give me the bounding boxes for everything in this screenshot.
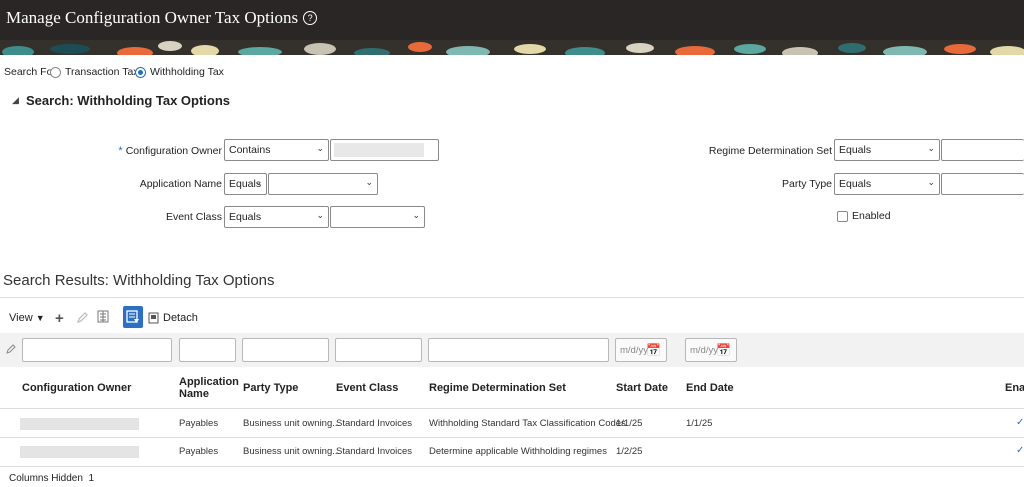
col-enabled[interactable]: Enal	[1005, 382, 1024, 394]
event-class-label: Event Class	[165, 211, 222, 223]
filter-party-type-input[interactable]	[242, 338, 329, 362]
application-cell: Payables	[179, 418, 219, 429]
regime-determination-set-label: Regime Determination Set	[708, 145, 832, 157]
application-cell: Payables	[179, 446, 219, 457]
view-menu[interactable]: View ▼	[9, 312, 45, 324]
calendar-icon[interactable]: 📅	[716, 343, 731, 357]
table-row[interactable]: Payables Business unit owning... Standar…	[0, 409, 1024, 437]
chevron-down-icon: ⌄	[316, 143, 324, 153]
col-party-type[interactable]: Party Type	[243, 382, 298, 394]
edit-pencil-icon[interactable]	[76, 311, 89, 327]
owner-cell	[20, 418, 139, 430]
event-class-cell: Standard Invoices	[336, 446, 413, 457]
collapse-triangle-icon[interactable]: ◢	[12, 95, 19, 106]
regime-set-cell: Withholding Standard Tax Classification …	[429, 418, 626, 429]
chevron-down-icon: ⌄	[412, 210, 420, 220]
chevron-down-icon: ⌄	[254, 177, 262, 187]
enabled-check-icon: ✓	[1016, 445, 1024, 456]
config-owner-value-input[interactable]	[330, 139, 439, 161]
radio-withholding-tax-label[interactable]: Withholding Tax	[150, 66, 224, 78]
config-owner-label: * Configuration Owner	[118, 145, 222, 157]
application-name-label: Application Name	[139, 178, 222, 190]
col-regime-determination-set[interactable]: Regime Determination Set	[429, 382, 566, 394]
party-type-cell: Business unit owning...	[243, 446, 341, 457]
banner-pattern	[0, 40, 1024, 55]
required-indicator: *	[118, 145, 123, 157]
regime-set-operator-select[interactable]: Equals ⌄	[834, 139, 940, 161]
radio-transaction-tax-label[interactable]: Transaction Tax	[65, 66, 139, 78]
col-application-name[interactable]: Application Name	[179, 376, 239, 400]
event-class-value-select[interactable]: ⌄	[330, 206, 425, 228]
columns-hidden-status: Columns Hidden 1	[9, 473, 95, 484]
party-type-cell: Business unit owning...	[243, 418, 341, 429]
party-type-value-input[interactable]	[941, 173, 1024, 195]
detach-button[interactable]: Detach	[163, 312, 198, 324]
end-date-cell: 1/1/25	[686, 418, 713, 429]
regime-set-value-input[interactable]	[941, 139, 1024, 161]
filter-end-date-input[interactable]: m/d/yy 📅	[685, 338, 737, 362]
search-for-label: Search For	[4, 66, 56, 78]
format-columns-icon[interactable]	[97, 310, 110, 327]
chevron-down-icon: ⌄	[927, 143, 935, 153]
detach-icon[interactable]	[148, 311, 160, 327]
start-date-cell: 1/1/25	[616, 418, 643, 429]
decorative-banner	[0, 40, 1024, 55]
owner-cell	[20, 446, 139, 458]
filter-row-icon	[126, 310, 139, 323]
filter-application-input[interactable]	[179, 338, 236, 362]
enabled-check-icon: ✓	[1016, 417, 1024, 428]
filter-config-owner-input[interactable]	[22, 338, 172, 362]
filter-event-class-input[interactable]	[335, 338, 422, 362]
col-end-date[interactable]: End Date	[686, 382, 734, 394]
col-start-date[interactable]: Start Date	[616, 382, 668, 394]
table-row[interactable]: Payables Business unit owning... Standar…	[0, 438, 1024, 466]
calendar-icon[interactable]: 📅	[646, 343, 661, 357]
add-icon[interactable]: +	[55, 310, 64, 327]
filter-regime-set-input[interactable]	[428, 338, 609, 362]
page-title: Manage Configuration Owner Tax Options?	[6, 8, 318, 28]
application-name-operator-select[interactable]: Equals ⌄	[224, 173, 267, 195]
event-class-cell: Standard Invoices	[336, 418, 413, 429]
query-by-example-button[interactable]	[123, 306, 143, 328]
filter-start-date-input[interactable]: m/d/yy 📅	[615, 338, 667, 362]
col-configuration-owner[interactable]: Configuration Owner	[22, 382, 131, 394]
application-name-value-select[interactable]: ⌄	[268, 173, 378, 195]
divider	[0, 297, 1024, 298]
help-icon[interactable]: ?	[303, 11, 318, 25]
divider	[0, 466, 1024, 467]
regime-set-cell: Determine applicable Withholding regimes	[429, 446, 607, 457]
search-section-title: Search: Withholding Tax Options	[26, 93, 231, 108]
col-event-class[interactable]: Event Class	[336, 382, 398, 394]
filter-pencil-icon	[6, 343, 17, 357]
caret-down-icon: ▼	[35, 313, 45, 323]
event-class-operator-select[interactable]: Equals ⌄	[224, 206, 329, 228]
config-owner-operator-select[interactable]: Contains ⌄	[224, 139, 329, 161]
radio-withholding-tax[interactable]	[135, 67, 146, 78]
enabled-label: Enabled	[852, 210, 891, 222]
radio-transaction-tax[interactable]	[50, 67, 61, 78]
start-date-cell: 1/2/25	[616, 446, 643, 457]
config-owner-value-fill	[334, 143, 424, 157]
party-type-label: Party Type	[782, 178, 832, 190]
party-type-operator-select[interactable]: Equals ⌄	[834, 173, 940, 195]
chevron-down-icon: ⌄	[316, 210, 324, 220]
chevron-down-icon: ⌄	[927, 177, 935, 187]
results-title: Search Results: Withholding Tax Options	[3, 272, 275, 289]
chevron-down-icon: ⌄	[365, 177, 373, 187]
enabled-checkbox[interactable]	[837, 211, 848, 222]
